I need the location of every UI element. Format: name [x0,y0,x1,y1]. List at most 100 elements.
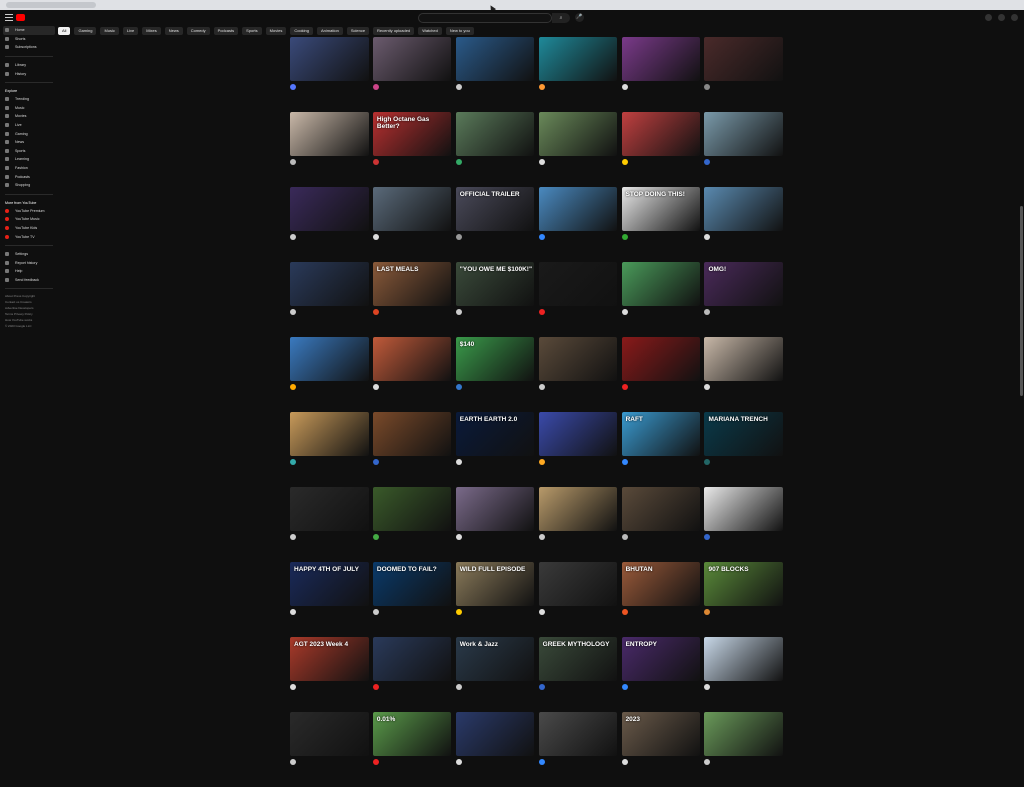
video-card[interactable] [704,487,783,562]
channel-avatar[interactable] [704,159,711,165]
video-thumbnail[interactable] [372,487,452,531]
channel-avatar[interactable] [621,684,628,690]
video-thumbnail[interactable] [372,412,452,456]
video-thumbnail[interactable] [538,412,618,456]
chip-9[interactable]: Movies [265,27,287,35]
sidebar-item[interactable]: Library [0,61,58,70]
video-thumbnail[interactable] [455,487,535,531]
sidebar-item[interactable]: Subscriptions [0,43,58,52]
chip-2[interactable]: Music [100,27,119,35]
video-card[interactable]: OMG! [704,262,783,337]
video-thumbnail[interactable]: EARTH EARTH 2.0 [455,412,535,456]
video-card[interactable] [621,112,701,187]
video-card[interactable] [538,37,618,112]
channel-avatar[interactable] [290,159,296,165]
video-card[interactable] [538,337,618,412]
sidebar-item[interactable]: Gaming [0,129,58,138]
channel-avatar[interactable] [704,534,711,540]
video-card[interactable] [290,37,369,112]
video-thumbnail[interactable]: DOOMED TO FAIL? [372,562,452,606]
channel-avatar[interactable] [372,459,379,465]
video-thumbnail[interactable]: Work & Jazz [455,637,535,681]
video-card[interactable] [621,262,701,337]
video-card[interactable] [538,187,618,262]
video-thumbnail[interactable] [704,37,783,81]
video-card[interactable]: HAPPY 4TH OF JULY [290,562,369,637]
video-thumbnail[interactable]: "YOU OWE ME $100K!" [455,262,535,306]
video-thumbnail[interactable] [372,337,452,381]
video-thumbnail[interactable]: 907 BLOCKS [704,562,783,606]
sidebar-item[interactable]: Trending [0,95,58,104]
chip-8[interactable]: Sports [242,27,262,35]
video-card[interactable]: GREEK MYTHOLOGY [538,637,618,712]
video-card[interactable] [290,412,369,487]
channel-avatar[interactable] [455,84,462,90]
channel-avatar[interactable] [704,309,711,315]
video-thumbnail[interactable]: AGT 2023 Week 4 [290,637,369,681]
video-thumbnail[interactable]: 0.01% [372,712,452,756]
video-thumbnail[interactable] [290,337,369,381]
video-card[interactable] [621,487,701,562]
video-thumbnail[interactable] [290,487,369,531]
video-thumbnail[interactable] [704,112,783,156]
video-card[interactable]: High Octane Gas Better? [372,112,452,187]
video-card[interactable]: 2023 [621,712,701,787]
channel-avatar[interactable] [290,84,296,90]
sidebar-item[interactable]: Home [3,26,55,35]
channel-avatar[interactable] [538,84,545,90]
video-card[interactable] [455,37,535,112]
video-thumbnail[interactable]: GREEK MYTHOLOGY [538,637,618,681]
channel-avatar[interactable] [290,459,296,465]
channel-avatar[interactable] [538,159,545,165]
video-card[interactable] [621,337,701,412]
channel-avatar[interactable] [538,759,545,765]
hamburger-menu-icon[interactable] [5,14,13,21]
scrollbar-thumb[interactable] [1020,206,1023,396]
video-thumbnail[interactable]: MARIANA TRENCH [704,412,783,456]
chip-13[interactable]: Recently uploaded [373,27,415,35]
video-thumbnail[interactable] [455,712,535,756]
video-thumbnail[interactable] [538,262,618,306]
video-thumbnail[interactable] [621,262,701,306]
avatar[interactable] [1011,14,1018,21]
channel-avatar[interactable] [704,684,711,690]
notifications-icon[interactable] [998,14,1005,21]
video-thumbnail[interactable]: OMG! [704,262,783,306]
channel-avatar[interactable] [290,759,296,765]
channel-avatar[interactable] [621,459,628,465]
video-card[interactable] [538,487,618,562]
video-card[interactable] [372,412,452,487]
video-card[interactable] [372,487,452,562]
video-card[interactable] [455,712,535,787]
footer-link[interactable]: © 2023 Google LLC [0,323,58,329]
sidebar-item[interactable]: News [0,138,58,147]
create-icon[interactable] [985,14,992,21]
video-card[interactable]: MARIANA TRENCH [704,412,783,487]
chip-3[interactable]: Live [122,27,139,35]
video-thumbnail[interactable] [290,412,369,456]
video-thumbnail[interactable] [704,712,783,756]
channel-avatar[interactable] [621,609,628,615]
video-card[interactable] [538,562,618,637]
video-card[interactable] [704,37,783,112]
channel-avatar[interactable] [704,759,711,765]
video-thumbnail[interactable] [290,37,369,81]
video-thumbnail[interactable] [372,37,452,81]
sidebar-item[interactable]: Help [0,267,58,276]
video-thumbnail[interactable] [704,337,783,381]
video-card[interactable] [538,262,618,337]
video-thumbnail[interactable] [704,187,783,231]
channel-avatar[interactable] [538,384,545,390]
video-thumbnail[interactable] [290,112,369,156]
video-card[interactable]: LAST MEALS [372,262,452,337]
chip-7[interactable]: Podcasts [213,27,239,35]
channel-avatar[interactable] [455,534,462,540]
sidebar-item[interactable]: Sports [0,147,58,156]
video-thumbnail[interactable] [290,187,369,231]
channel-avatar[interactable] [455,159,462,165]
channel-avatar[interactable] [372,684,379,690]
search-input[interactable] [418,13,552,23]
video-card[interactable]: "YOU OWE ME $100K!" [455,262,535,337]
video-thumbnail[interactable] [290,712,369,756]
video-card[interactable]: STOP DOING THIS! [621,187,701,262]
